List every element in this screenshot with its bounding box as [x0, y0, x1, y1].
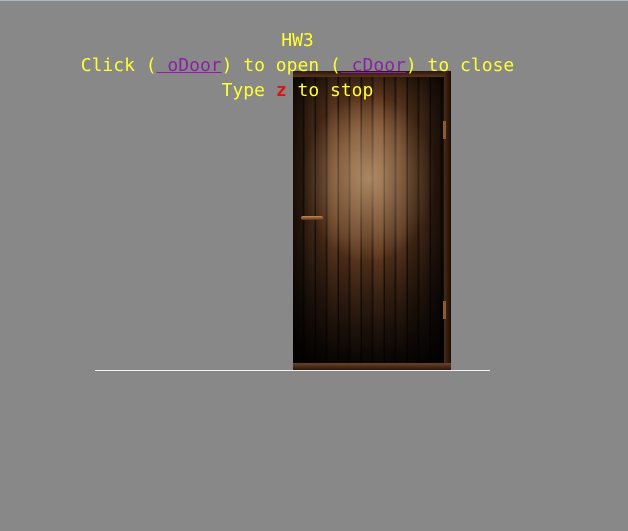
- door-frame-right: [444, 71, 451, 370]
- door-hinge-bottom: [443, 301, 446, 319]
- close-door-link[interactable]: cDoor: [341, 55, 406, 76]
- door-hinge-top: [443, 121, 446, 139]
- stop-key: z: [275, 80, 287, 101]
- floor-line: [95, 370, 490, 371]
- door-handle-icon: [301, 216, 323, 220]
- instruction-text-click: Click (: [80, 55, 157, 76]
- page-title: HW3: [281, 30, 314, 51]
- door-frame-bottom: [293, 363, 451, 370]
- door-icon: [293, 71, 451, 370]
- instruction-text-type: Type: [221, 80, 276, 101]
- window-top-border: [0, 0, 628, 1]
- open-door-link[interactable]: oDoor: [157, 55, 221, 76]
